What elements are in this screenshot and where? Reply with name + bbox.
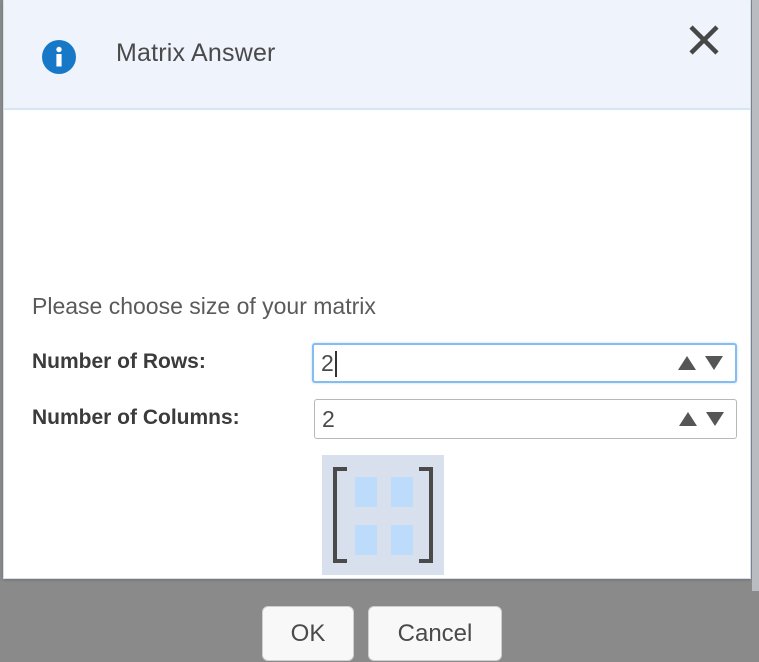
matrix-cell-grid	[355, 477, 413, 555]
matrix-cell	[355, 525, 377, 555]
rows-spinner[interactable]: 2	[312, 343, 737, 383]
ok-button[interactable]: OK	[262, 606, 354, 661]
matrix-answer-dialog: Matrix Answer Please choose size of your…	[3, 0, 751, 661]
columns-increment-triangle-up-icon[interactable]	[679, 412, 697, 426]
columns-spinner[interactable]: 2	[314, 399, 737, 439]
rows-increment-triangle-up-icon[interactable]	[678, 356, 696, 370]
matrix-left-bracket-icon	[333, 467, 347, 563]
columns-decrement-triangle-down-icon[interactable]	[706, 412, 724, 426]
close-button[interactable]	[681, 17, 727, 63]
matrix-cell	[355, 477, 377, 507]
matrix-right-bracket-icon	[419, 467, 433, 563]
rows-label: Number of Rows:	[32, 350, 206, 373]
matrix-cell	[391, 525, 413, 555]
columns-input[interactable]: 2	[315, 406, 679, 433]
rows-spinner-arrows	[678, 356, 735, 370]
dialog-titlebar: Matrix Answer	[4, 0, 750, 110]
dialog-body: Please choose size of your matrix Number…	[4, 110, 750, 661]
columns-field-row: Number of Columns: 2	[4, 399, 750, 441]
prompt-text: Please choose size of your matrix	[32, 293, 376, 319]
columns-spinner-arrows	[679, 412, 736, 426]
right-gutter	[752, 0, 759, 591]
dialog-button-bar: OK Cancel	[4, 606, 750, 662]
rows-field-row: Number of Rows: 2	[4, 343, 750, 385]
close-x-icon	[684, 20, 724, 60]
matrix-cell	[391, 477, 413, 507]
matrix-preview	[322, 455, 444, 575]
rows-decrement-triangle-down-icon[interactable]	[705, 356, 723, 370]
rows-input[interactable]: 2	[314, 350, 678, 377]
cancel-button[interactable]: Cancel	[368, 606, 502, 661]
columns-label: Number of Columns:	[32, 406, 240, 429]
info-circle-icon	[41, 39, 77, 75]
dialog-title: Matrix Answer	[116, 39, 276, 67]
